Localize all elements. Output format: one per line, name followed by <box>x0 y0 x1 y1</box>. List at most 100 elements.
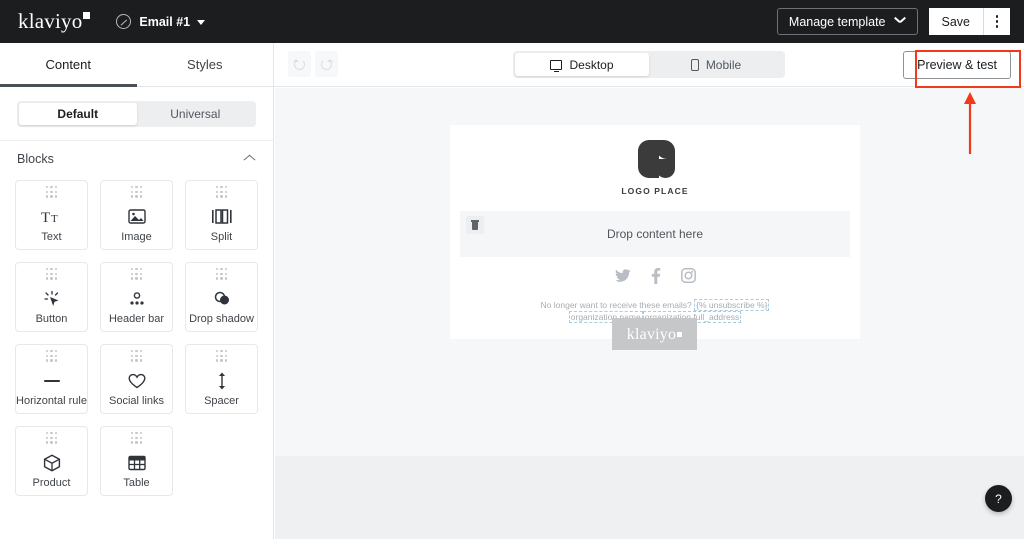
segment-default[interactable]: Default <box>19 103 137 125</box>
drag-handle-icon[interactable] <box>215 268 228 280</box>
delete-block-button[interactable] <box>466 216 484 234</box>
drag-handle-icon[interactable] <box>130 432 143 444</box>
email-canvas: LOGO PLACE Drop content here No longer w… <box>275 88 1024 539</box>
block-spacer[interactable]: Spacer <box>185 344 258 414</box>
top-bar-actions: Manage template Save <box>776 0 1010 43</box>
drag-handle-icon[interactable] <box>45 432 58 444</box>
image-icon <box>127 206 146 228</box>
social-links-block[interactable] <box>450 257 860 299</box>
block-label: Product <box>32 476 71 489</box>
undo-icon <box>292 58 305 70</box>
scope-segment: Default Universal <box>17 101 256 127</box>
top-bar: klaviyo Email #1 Manage template Save <box>0 0 1024 43</box>
klaviyo-badge-wordmark: klaviyo <box>626 325 677 343</box>
preview-and-test-button[interactable]: Preview & test <box>903 51 1011 79</box>
drag-handle-icon[interactable] <box>215 186 228 198</box>
device-toggle: Desktop Mobile <box>513 51 785 78</box>
trash-icon <box>471 220 479 230</box>
block-social-links[interactable]: Social links <box>100 344 173 414</box>
drop-shadow-icon <box>213 288 231 310</box>
split-icon <box>211 206 232 228</box>
block-label: Social links <box>108 394 165 407</box>
block-product[interactable]: Product <box>15 426 88 496</box>
text-icon: TT <box>41 206 63 228</box>
document-selector[interactable]: Email #1 <box>116 14 206 29</box>
editor-toolbar: Desktop Mobile Preview & test <box>274 43 1024 87</box>
header-bar-icon <box>128 288 146 310</box>
logo-placeholder-icon <box>632 140 678 182</box>
drag-handle-icon[interactable] <box>45 350 58 362</box>
drag-handle-icon[interactable] <box>130 186 143 198</box>
redo-icon <box>321 58 332 70</box>
block-label: Drop shadow <box>189 312 254 325</box>
drag-handle-icon[interactable] <box>130 350 143 362</box>
block-label: Split <box>210 230 233 243</box>
scope-segment-wrapper: Default Universal <box>0 87 273 140</box>
block-table[interactable]: Table <box>100 426 173 496</box>
drag-handle-icon[interactable] <box>215 350 228 362</box>
block-label: Button <box>35 312 68 325</box>
block-label: Header bar <box>108 312 165 325</box>
more-vertical-icon <box>995 15 999 18</box>
klaviyo-logo[interactable]: klaviyo <box>18 9 91 33</box>
manage-template-button[interactable]: Manage template <box>776 8 918 35</box>
left-sidebar: Content Styles Default Universal Blocks … <box>0 43 274 539</box>
table-icon <box>127 452 146 474</box>
block-split[interactable]: Split <box>185 180 258 250</box>
drag-handle-icon[interactable] <box>130 268 143 280</box>
klaviyo-wordmark: klaviyo <box>18 9 83 33</box>
more-vertical-icon <box>995 25 999 28</box>
chevron-up-icon[interactable] <box>243 155 256 163</box>
block-header-bar[interactable]: Header bar <box>100 262 173 332</box>
facebook-icon[interactable] <box>651 267 661 289</box>
block-text[interactable]: TT Text <box>15 180 88 250</box>
chevron-down-icon <box>895 18 906 25</box>
segment-universal[interactable]: Universal <box>137 103 255 125</box>
device-mobile[interactable]: Mobile <box>649 53 783 76</box>
document-name: Email #1 <box>139 14 191 29</box>
undo-button[interactable] <box>288 51 311 77</box>
email-logo-block[interactable]: LOGO PLACE <box>450 125 860 211</box>
chevron-down-icon <box>197 20 206 25</box>
cube-icon <box>43 452 61 474</box>
more-vertical-icon <box>995 20 999 23</box>
tab-content[interactable]: Content <box>0 43 137 87</box>
save-button[interactable]: Save <box>928 8 983 35</box>
drop-zone-label: Drop content here <box>606 227 704 241</box>
block-label: Text <box>41 230 62 243</box>
block-horizontal-rule[interactable]: Horizontal rule <box>15 344 88 414</box>
drag-handle-icon[interactable] <box>45 268 58 280</box>
email-preview-card: LOGO PLACE Drop content here No longer w… <box>450 125 860 339</box>
drop-content-zone[interactable]: Drop content here <box>460 211 850 257</box>
redo-button[interactable] <box>315 51 338 77</box>
manage-template-label: Manage template <box>788 14 886 29</box>
canvas-lower-band <box>275 456 1024 539</box>
block-drop-shadow[interactable]: Drop shadow <box>185 262 258 332</box>
drag-handle-icon[interactable] <box>45 186 58 198</box>
block-label: Image <box>121 230 152 243</box>
phone-icon <box>690 58 699 71</box>
device-desktop[interactable]: Desktop <box>515 53 649 76</box>
block-button[interactable]: Button <box>15 262 88 332</box>
device-label: Mobile <box>705 57 742 72</box>
tab-styles[interactable]: Styles <box>137 43 274 86</box>
undo-redo-group <box>288 51 338 77</box>
monitor-icon <box>550 59 563 73</box>
save-group: Save <box>928 8 1010 35</box>
logo-placeholder-text: LOGO PLACE <box>621 186 689 196</box>
instagram-icon[interactable] <box>680 268 696 288</box>
vertical-arrows-icon <box>215 370 229 392</box>
klaviyo-footer-badge: klaviyo <box>612 318 697 350</box>
device-label: Desktop <box>569 57 614 72</box>
blocks-section-header[interactable]: Blocks <box>0 140 273 176</box>
klaviyo-square-mark <box>677 332 683 337</box>
twitter-icon[interactable] <box>614 268 631 288</box>
klaviyo-square-mark <box>83 12 91 19</box>
help-button[interactable]: ? <box>985 485 1012 512</box>
sidebar-tabs: Content Styles <box>0 43 273 87</box>
unsubscribe-variable-tag[interactable]: {% unsubscribe %} <box>694 299 770 311</box>
more-options-button[interactable] <box>983 8 1010 35</box>
block-image[interactable]: Image <box>100 180 173 250</box>
compass-icon <box>116 14 132 29</box>
block-label: Horizontal rule <box>16 394 87 407</box>
